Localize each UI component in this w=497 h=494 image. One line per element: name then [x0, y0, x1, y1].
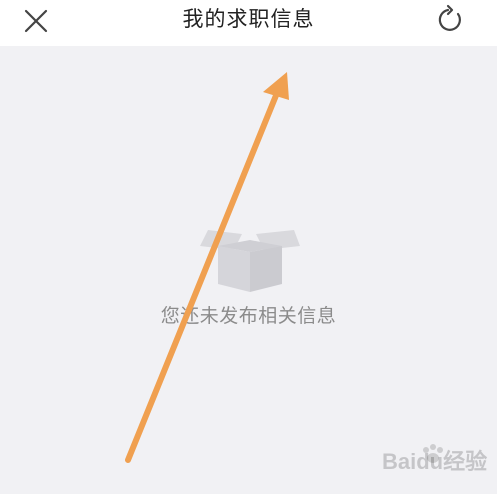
watermark-text: Baidu经验 — [382, 449, 488, 474]
page-title: 我的求职信息 — [182, 7, 315, 31]
empty-box-icon — [200, 230, 300, 292]
top-bar: 我的求职信息 — [0, 0, 497, 46]
empty-message: 您还未发布相关信息 — [160, 305, 337, 327]
refresh-icon[interactable] — [436, 4, 466, 34]
